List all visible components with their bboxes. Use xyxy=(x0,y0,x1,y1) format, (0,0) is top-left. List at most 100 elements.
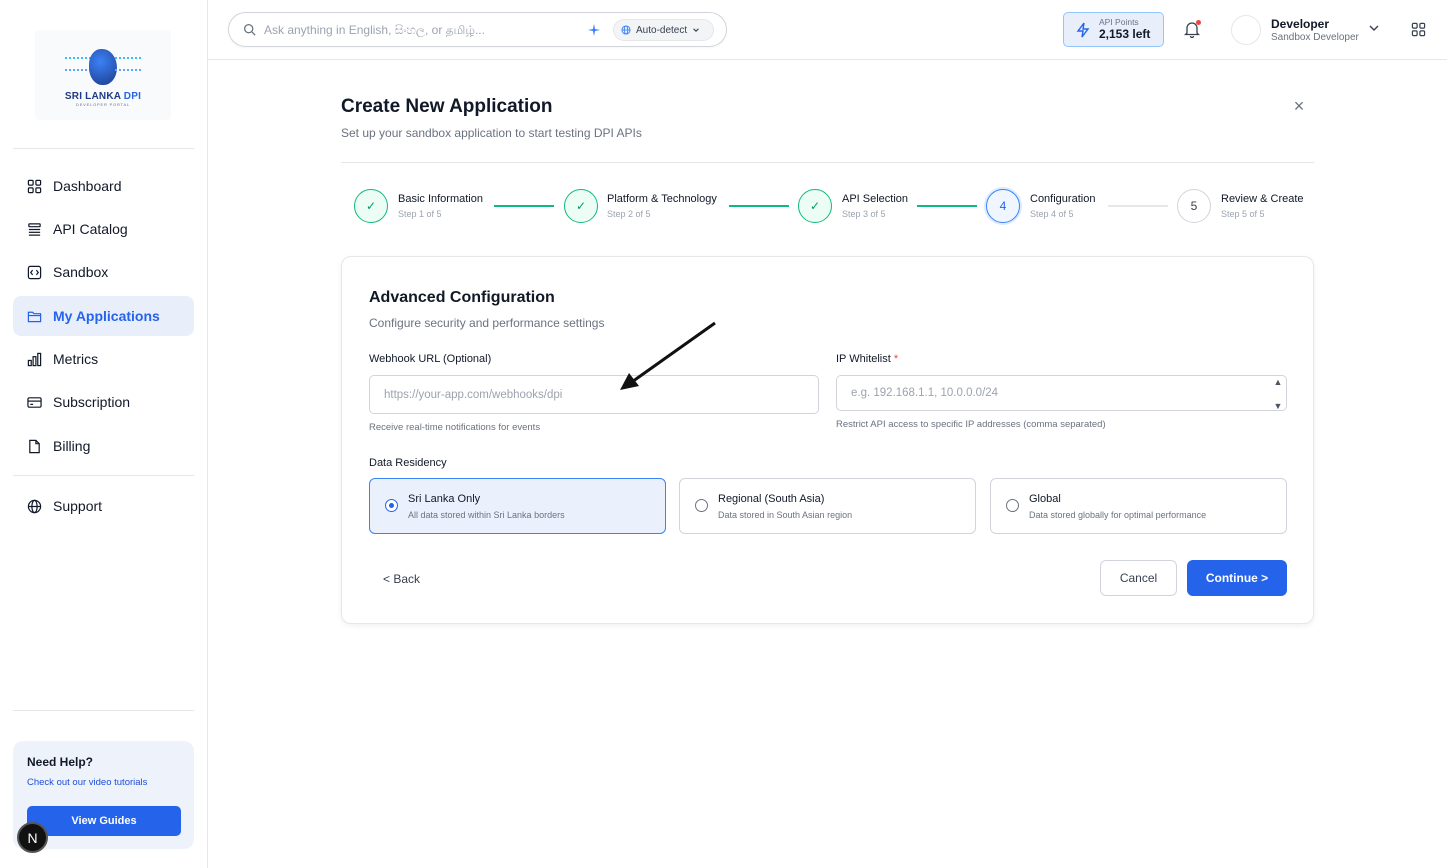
continue-button[interactable]: Continue > xyxy=(1187,560,1287,596)
page-title: Create New Application xyxy=(341,96,553,117)
page-subtitle: Set up your sandbox application to start… xyxy=(341,126,642,140)
step-3-check-icon: ✓ xyxy=(798,189,832,223)
residency-option-sri-lanka[interactable]: Sri Lanka Only All data stored within Sr… xyxy=(369,478,666,534)
api-points-value: 2,153 left xyxy=(1099,27,1151,41)
sidebar-item-label: Metrics xyxy=(53,351,99,367)
step-1-name: Basic Information xyxy=(398,193,483,205)
required-mark: * xyxy=(893,353,899,365)
webhook-label: Webhook URL (Optional) xyxy=(369,353,492,365)
sidebar-item-api-catalog[interactable]: API Catalog xyxy=(13,209,194,249)
chevron-down-icon[interactable] xyxy=(1368,22,1380,34)
sidebar-divider xyxy=(13,148,194,149)
sidebar-item-sandbox[interactable]: Sandbox xyxy=(13,252,194,292)
form-title: Advanced Configuration xyxy=(369,289,555,306)
chevron-down-icon xyxy=(693,28,699,32)
sidebar-item-billing[interactable]: Billing xyxy=(13,426,194,466)
credit-card-icon xyxy=(27,396,42,408)
sri-lanka-map-logo-icon xyxy=(65,43,141,89)
code-box-icon xyxy=(27,265,42,279)
search-bar[interactable]: Auto-detect xyxy=(228,12,727,47)
language-value: Auto-detect xyxy=(636,24,688,36)
sidebar-item-subscription[interactable]: Subscription xyxy=(13,382,194,422)
sidebar-item-label: Support xyxy=(53,498,103,514)
config-form-card: Advanced Configuration Configure securit… xyxy=(341,256,1314,624)
step-2-check-icon: ✓ xyxy=(564,189,598,223)
sidebar-item-dashboard[interactable]: Dashboard xyxy=(13,166,194,206)
list-icon xyxy=(28,222,41,236)
residency-option-regional[interactable]: Regional (South Asia) Data stored in Sou… xyxy=(679,478,976,534)
option-title: Regional (South Asia) xyxy=(718,493,825,505)
user-name[interactable]: Developer xyxy=(1271,17,1329,31)
help-title: Need Help? xyxy=(27,755,94,769)
view-guides-button[interactable]: View Guides xyxy=(27,806,181,836)
sparkle-ai-icon[interactable] xyxy=(587,23,601,37)
step-4-sub: Step 4 of 5 xyxy=(1030,209,1074,219)
sidebar-item-label: Billing xyxy=(53,438,91,454)
step-4-number: 4 xyxy=(986,189,1020,223)
sidebar-item-my-applications[interactable]: My Applications xyxy=(13,296,194,336)
lightning-icon xyxy=(1076,22,1090,37)
search-input[interactable] xyxy=(264,22,574,37)
sidebar-item-label: My Applications xyxy=(53,308,160,324)
step-1-sub: Step 1 of 5 xyxy=(398,209,442,219)
step-connector xyxy=(494,205,554,207)
step-connector xyxy=(729,205,789,207)
sidebar-item-label: API Catalog xyxy=(53,221,128,237)
scroll-down-icon[interactable]: ▼ xyxy=(1274,401,1283,411)
ip-whitelist-label: IP Whitelist * xyxy=(836,353,899,365)
globe-icon xyxy=(621,25,631,35)
help-subtitle: Check out our video tutorials xyxy=(27,777,148,788)
step-2-sub: Step 2 of 5 xyxy=(607,209,651,219)
option-title: Global xyxy=(1029,493,1061,505)
radio-button[interactable] xyxy=(1006,499,1019,512)
step-5-sub: Step 5 of 5 xyxy=(1221,209,1265,219)
bar-chart-icon xyxy=(27,352,42,366)
webhook-hint: Receive real-time notifications for even… xyxy=(369,422,541,433)
option-subtitle: All data stored within Sri Lanka borders xyxy=(408,510,565,520)
form-subtitle: Configure security and performance setti… xyxy=(369,316,605,330)
step-3-sub: Step 3 of 5 xyxy=(842,209,886,219)
sidebar-item-label: Sandbox xyxy=(53,264,109,280)
radio-button[interactable] xyxy=(695,499,708,512)
logo-text: SRI LANKA DPI xyxy=(64,91,142,102)
avatar[interactable] xyxy=(1231,15,1261,45)
sidebar-item-label: Subscription xyxy=(53,394,131,410)
option-subtitle: Data stored globally for optimal perform… xyxy=(1029,510,1207,520)
logo-subtext: DEVELOPER PORTAL xyxy=(76,102,130,107)
data-residency-label: Data Residency xyxy=(369,457,447,469)
textarea-scroll-arrows[interactable]: ▲ ▼ xyxy=(1271,377,1285,411)
user-role: Sandbox Developer xyxy=(1271,32,1359,43)
search-icon xyxy=(243,23,256,36)
sidebar-item-metrics[interactable]: Metrics xyxy=(13,339,194,379)
folder-icon xyxy=(27,311,42,322)
back-button[interactable]: < Back xyxy=(383,572,420,586)
step-5-name: Review & Create xyxy=(1221,193,1304,205)
cancel-button[interactable]: Cancel xyxy=(1100,560,1177,596)
document-icon xyxy=(29,439,40,453)
webhook-url-input[interactable] xyxy=(369,375,819,414)
notification-dot xyxy=(1196,20,1201,25)
step-connector xyxy=(1108,205,1168,207)
step-connector xyxy=(917,205,977,207)
sidebar-item-support[interactable]: Support xyxy=(13,486,194,526)
header-divider xyxy=(341,162,1314,163)
ip-whitelist-hint: Restrict API access to specific IP addre… xyxy=(836,419,1106,430)
brand-logo[interactable]: SRI LANKA DPI DEVELOPER PORTAL xyxy=(35,30,171,120)
scroll-up-icon[interactable]: ▲ xyxy=(1274,377,1283,387)
globe-icon xyxy=(27,499,42,513)
close-icon[interactable]: × xyxy=(1291,97,1307,115)
sidebar-item-label: Dashboard xyxy=(53,178,122,194)
nextjs-dev-badge[interactable]: N xyxy=(17,822,48,853)
api-points-badge[interactable]: API Points 2,153 left xyxy=(1063,12,1164,47)
ip-whitelist-input[interactable] xyxy=(836,375,1287,411)
step-2-name: Platform & Technology xyxy=(607,193,717,205)
radio-button[interactable] xyxy=(385,499,398,512)
language-select[interactable]: Auto-detect xyxy=(613,19,714,41)
step-1-check-icon: ✓ xyxy=(354,189,388,223)
api-points-label: API Points xyxy=(1099,17,1139,27)
step-3-name: API Selection xyxy=(842,193,909,205)
residency-option-global[interactable]: Global Data stored globally for optimal … xyxy=(990,478,1287,534)
apps-grid-icon[interactable] xyxy=(1411,22,1426,37)
topbar: Auto-detect API Points 2,153 left Develo… xyxy=(208,0,1447,60)
step-4-name: Configuration xyxy=(1030,193,1096,205)
